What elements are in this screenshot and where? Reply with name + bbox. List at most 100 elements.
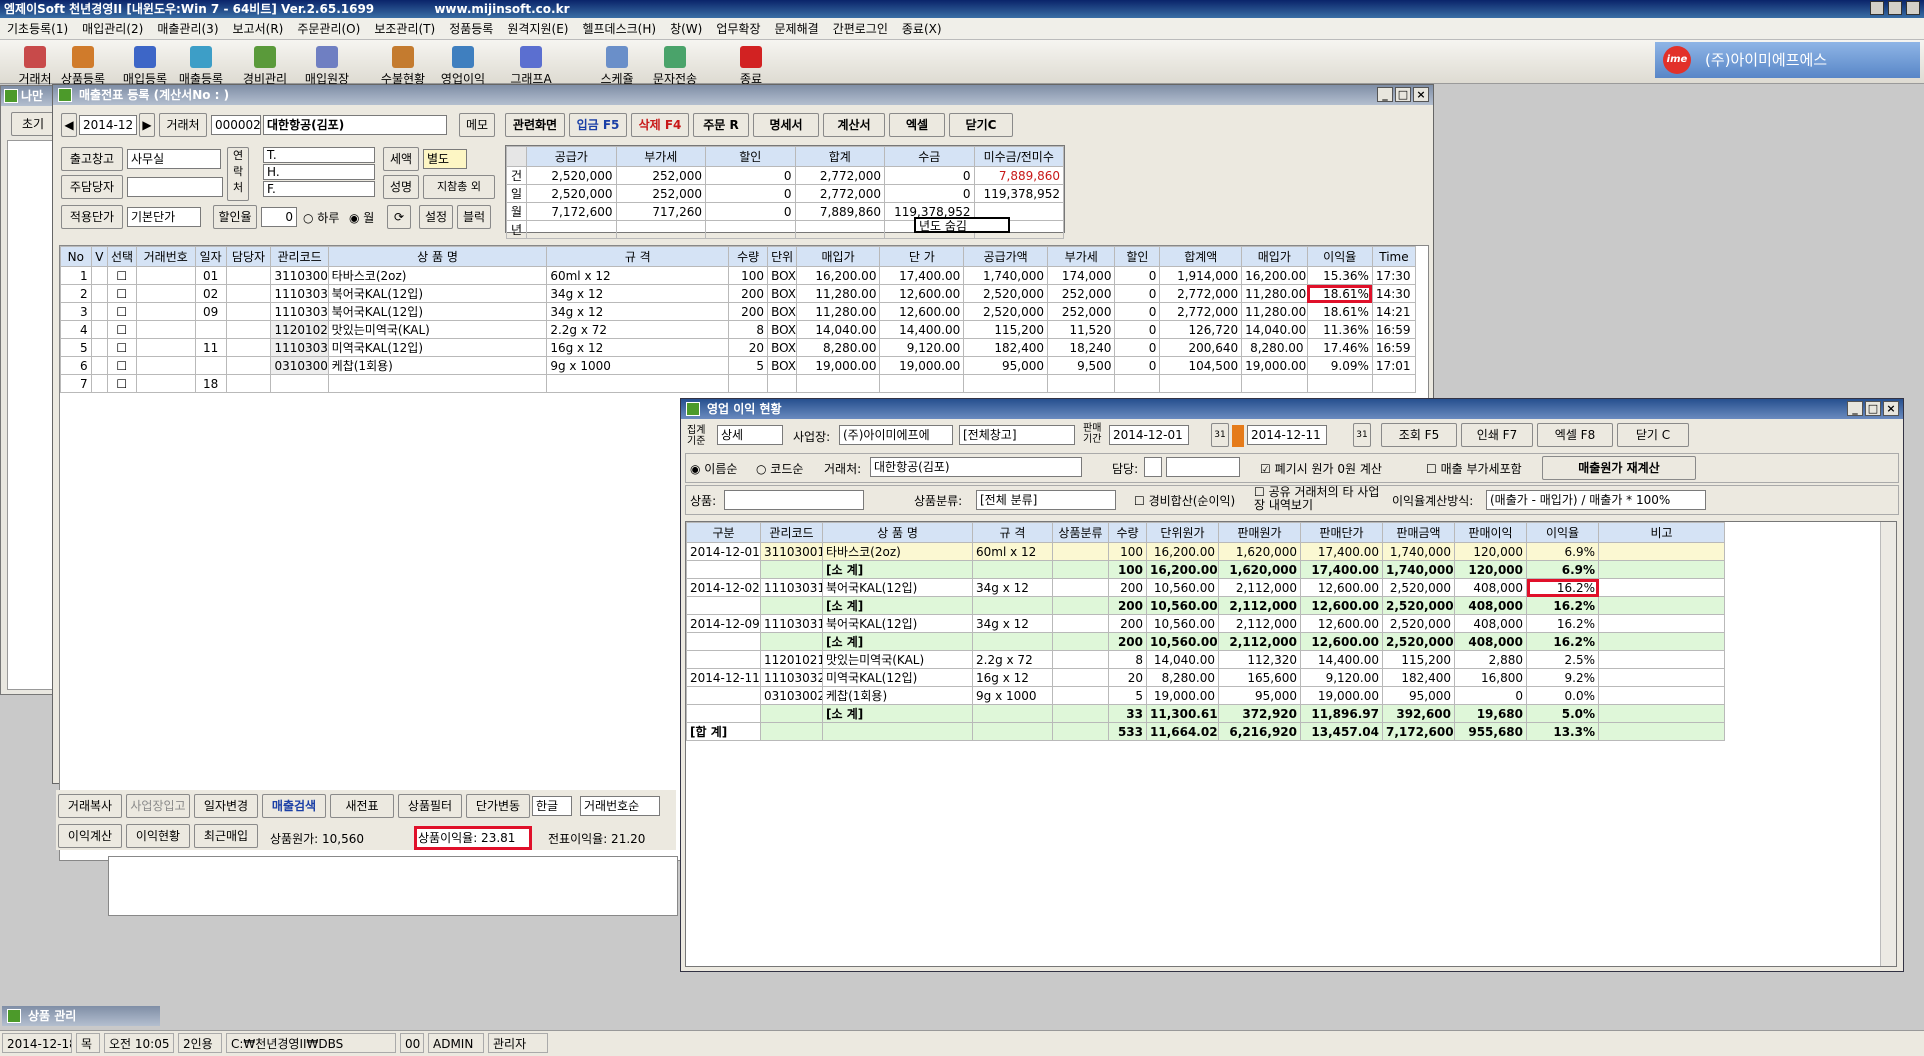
toolbar-inventory-button[interactable]: 수불현황 [374, 42, 432, 90]
profit-row[interactable]: 2014-12-02 11103031 북어국KAL(12입) 34g x 12 200… [686, 578, 1725, 597]
menu-item[interactable]: 보조관리(T) [367, 18, 442, 40]
menu-item[interactable]: 보고서(R) [226, 18, 291, 40]
row-select-checkbox[interactable]: ☐ [106, 356, 137, 375]
maximize-icon[interactable]: □ [1865, 401, 1881, 416]
table-row[interactable]: 3☐0911103031북어국KAL(12입)34g x 12200BOX11,… [60, 302, 1417, 321]
discount-button[interactable]: 할인율 [213, 205, 257, 229]
profit-row[interactable]: [소 계] 33 11,300.61 372,920 11,896.97 392,600 1… [686, 704, 1725, 723]
sales-btn-6[interactable]: 엑셀 [889, 113, 945, 137]
memo-area[interactable] [108, 856, 678, 916]
table-row[interactable]: 5☐1111103032미역국KAL(12입)16g x 1220BOX8,28… [60, 338, 1417, 357]
toolbar-sales-button[interactable]: 매출등록 [172, 42, 230, 90]
profit-action-3[interactable]: 닫기 C [1617, 423, 1689, 447]
warehouse-select[interactable]: 사무실 [127, 149, 221, 169]
language-select[interactable]: 한글 [532, 796, 572, 816]
bottom-btn-3[interactable]: 매출검색 [262, 794, 326, 818]
profit-row[interactable]: [소 계] 200 10,560.00 2,112,000 12,600.00 2,520… [686, 632, 1725, 651]
profit-btn-0[interactable]: 이익계산 [58, 824, 122, 848]
client-name-field[interactable]: 대한항공(김포) [263, 115, 447, 135]
row-select-checkbox[interactable]: ☐ [106, 302, 137, 321]
biz-select[interactable]: (주)아이미에프에 [839, 425, 953, 445]
client-filter-field[interactable]: 대한항공(김포) [870, 457, 1082, 477]
disposal-cost-checkbox[interactable]: ☑ 폐기시 원가 0원 계산 [1260, 460, 1382, 477]
sales-btn-5[interactable]: 계산서 [823, 113, 885, 137]
bottom-btn-0[interactable]: 거래복사 [58, 794, 122, 818]
sales-btn-4[interactable]: 명세서 [753, 113, 819, 137]
period-toggle-icon[interactable] [1232, 425, 1244, 447]
menu-item[interactable]: 창(W) [663, 18, 709, 40]
calendar-icon[interactable]: 31 [1353, 423, 1371, 447]
vat-include-checkbox[interactable]: ☐ 매출 부가세포함 [1426, 460, 1522, 477]
row-select-checkbox[interactable]: ☐ [106, 320, 137, 339]
menu-item[interactable]: 업무확장 [709, 18, 767, 40]
warehouse-filter-select[interactable]: [전체창고] [959, 425, 1075, 445]
category-select[interactable]: [전체 분류] [976, 490, 1116, 510]
sales-btn-2[interactable]: 삭제 F4 [631, 113, 689, 137]
menu-item[interactable]: 매출관리(3) [150, 18, 225, 40]
menu-item[interactable]: 종료(X) [895, 18, 949, 40]
menu-item[interactable]: 문제해결 [768, 18, 826, 40]
period-day-radio[interactable]: ○ 하루 [303, 209, 339, 226]
sales-btn-0[interactable]: 관련화면 [505, 113, 565, 137]
toolbar-ledger-button[interactable]: 매입원장 [298, 42, 356, 90]
table-row[interactable]: 4☐11201021맛있는미역국(KAL)2.2g x 728BOX14,040… [60, 320, 1417, 339]
sales-btn-1[interactable]: 입금 F5 [569, 113, 627, 137]
block-button[interactable]: 블럭 [457, 205, 491, 229]
tax-button[interactable]: 세액 [383, 147, 419, 171]
date-from-field[interactable]: 2014-12-01 [1109, 425, 1189, 445]
year-hide-select[interactable]: 년도 숨김 [914, 217, 1010, 233]
menu-item[interactable]: 헬프데스크(H) [575, 18, 663, 40]
close-icon[interactable]: × [1883, 401, 1899, 416]
table-row[interactable]: 6☐03103002케찹(1회용)9g x 10005BOX19,000.001… [60, 356, 1417, 375]
manager-field[interactable] [127, 177, 223, 197]
minimize-icon[interactable]: _ [1377, 87, 1393, 102]
profit-row[interactable]: 2014-12-09 11103031 북어국KAL(12입) 34g x 12 200… [686, 614, 1725, 633]
profit-row[interactable]: 11201021 맛있는미역국(KAL) 2.2g x 72 8 14,040.00 11… [686, 650, 1725, 669]
branch-button[interactable]: 지참총 외 [423, 175, 495, 199]
profit-action-1[interactable]: 인쇄 F7 [1461, 423, 1533, 447]
table-row[interactable]: 2☐0211103031북어국KAL(12입)34g x 12200BOX11,… [60, 284, 1417, 303]
toolbar-box-button[interactable]: 상품등록 [54, 42, 112, 90]
bottom-btn-6[interactable]: 단가변동 [466, 794, 530, 818]
next-month-icon[interactable]: ▶ [139, 113, 155, 137]
bottom-btn-4[interactable]: 새전표 [330, 794, 394, 818]
menu-item[interactable]: 기초등록(1) [0, 18, 75, 40]
profit-action-2[interactable]: 엑셀 F8 [1537, 423, 1613, 447]
warehouse-button[interactable]: 출고창고 [61, 147, 123, 171]
calc-method-select[interactable]: (매출가 - 매입가) / 매출가 * 100% [1486, 490, 1706, 510]
recalc-cost-button[interactable]: 매출원가 재계산 [1542, 456, 1696, 480]
minimize-icon[interactable]: _ [1847, 401, 1863, 416]
menu-item[interactable]: 매입관리(2) [75, 18, 150, 40]
refresh-icon[interactable]: ⟳ [387, 205, 411, 229]
maximize-icon[interactable]: □ [1395, 87, 1411, 102]
sales-btn-3[interactable]: 주문 R [693, 113, 749, 137]
toolbar-close-button[interactable]: 종료 [722, 42, 780, 90]
phone-f-field[interactable]: F. [263, 181, 375, 197]
manager-filter-field[interactable] [1166, 457, 1240, 477]
product-window-min[interactable]: 상품 관리 [2, 1006, 160, 1026]
calendar-icon[interactable]: 31 [1211, 423, 1229, 447]
toolbar-calendar-button[interactable]: 스케쥴 [588, 42, 646, 90]
expense-sum-checkbox[interactable]: ☐ 경비합산(순이익) [1134, 492, 1235, 509]
profit-btn-1[interactable]: 이익현황 [126, 824, 190, 848]
toolbar-purchase-button[interactable]: 매입등록 [116, 42, 174, 90]
profit-row[interactable]: 2014-12-11 11103032 미역국KAL(12입) 16g x 12 20 8… [686, 668, 1725, 687]
profit-row[interactable]: [소 계] 100 16,200.00 1,620,000 17,400.00 1,740… [686, 560, 1725, 579]
table-row[interactable]: 7 ☐ 18 [60, 374, 1417, 393]
profit-row[interactable]: [합 계] 533 11,664.02 6,216,920 13,457.04 7,172… [686, 722, 1725, 741]
menu-item[interactable]: 주문관리(O) [290, 18, 367, 40]
menu-item[interactable]: 간편로그인 [826, 18, 895, 40]
table-row[interactable]: 1☐0131103001타바스코(2oz)60ml x 12100BOX16,2… [60, 266, 1417, 285]
period-month-radio[interactable]: ◉ 월 [349, 209, 374, 226]
prev-month-icon[interactable]: ◀ [61, 113, 77, 137]
date-to-field[interactable]: 2014-12-11 [1247, 425, 1327, 445]
product-filter-field[interactable] [724, 490, 864, 510]
setting-button[interactable]: 설정 [419, 205, 453, 229]
phone-h-field[interactable]: H. [263, 164, 375, 180]
shared-client-checkbox[interactable]: ☐ 공유 거래처의 타 사업장 내역보기 [1254, 486, 1384, 512]
row-select-checkbox[interactable]: ☐ [106, 374, 137, 393]
client-button[interactable]: 거래처 [159, 113, 207, 137]
discount-field[interactable]: 0 [261, 207, 297, 227]
manager-filter-select[interactable] [1144, 457, 1162, 477]
name-order-radio[interactable]: ◉ 이름순 [690, 460, 737, 477]
